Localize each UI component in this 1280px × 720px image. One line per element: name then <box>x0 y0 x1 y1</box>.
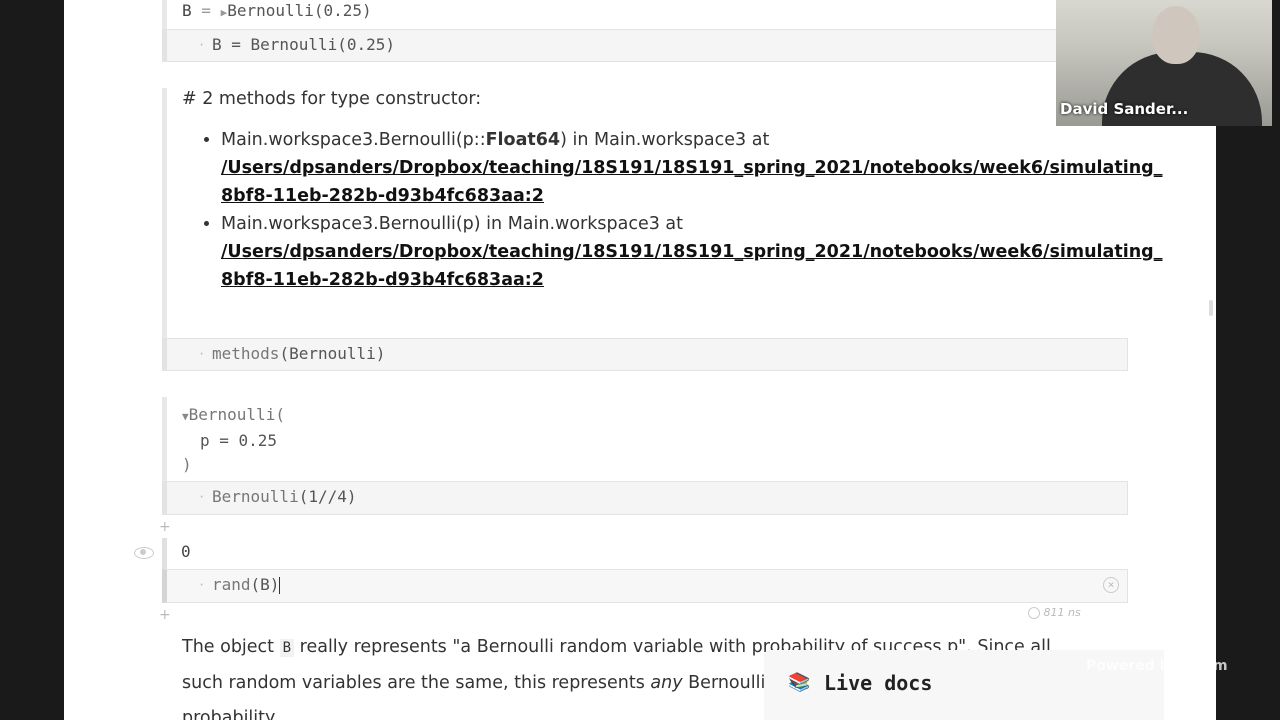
cell-output: B = ▶Bernoulli(0.25) <box>162 0 1133 30</box>
output-value: Bernoulli(0.25) <box>227 1 372 20</box>
eye-icon[interactable] <box>134 547 154 559</box>
methods-list: Main.workspace3.Bernoulli(p::Float64) in… <box>197 126 1162 294</box>
person-head <box>1152 6 1200 64</box>
source-link-cont[interactable]: 8bf8-11eb-282b-d93b4fc683aa:2 <box>221 186 544 206</box>
book-icon: 📚 <box>788 672 811 693</box>
code-cell-input[interactable]: · Bernoulli(1//4) <box>162 481 1128 515</box>
source-link-cont[interactable]: 8bf8-11eb-282b-d93b4fc683aa:2 <box>221 270 544 290</box>
cell-handle[interactable]: · <box>198 339 205 369</box>
timer-icon <box>1028 607 1040 619</box>
runtime-label: 811 ns <box>1028 606 1081 619</box>
cell-output: 0 <box>162 538 1133 572</box>
code-cell-input[interactable]: · B = Bernoulli(0.25) <box>162 29 1128 62</box>
collapse-triangle-icon[interactable]: ▼ <box>182 410 189 423</box>
cell-output: # 2 methods for type constructor: Main.w… <box>162 88 1162 338</box>
code-text: B = Bernoulli(0.25) <box>212 35 396 54</box>
code-cell-input-active[interactable]: · rand(B) × <box>162 569 1128 603</box>
webcam-video: David Sander... <box>1056 0 1272 126</box>
zoom-watermark: Powered by Zoom <box>1086 658 1228 674</box>
code-cell-input[interactable]: · methods(Bernoulli) <box>162 338 1128 371</box>
source-link[interactable]: /Users/dpsanders/Dropbox/teaching/18S191… <box>221 158 1162 178</box>
cell-handle[interactable]: · <box>198 482 205 512</box>
add-cell-plus-icon[interactable]: + <box>159 608 171 622</box>
inline-code: B <box>279 639 295 657</box>
notebook-page: B = ▶Bernoulli(0.25) · B = Bernoulli(0.2… <box>64 0 1216 720</box>
list-item: Main.workspace3.Bernoulli(p) in Main.wor… <box>221 210 1162 294</box>
add-cell-plus-icon[interactable]: + <box>159 520 171 534</box>
close-icon[interactable]: × <box>1103 577 1119 593</box>
cell-output: ▼Bernoulli( p = 0.25 ) <box>162 397 1133 481</box>
participant-name: David Sander... <box>1060 100 1189 118</box>
list-item: Main.workspace3.Bernoulli(p::Float64) in… <box>221 126 1162 210</box>
cell-handle[interactable]: · <box>198 570 205 600</box>
output-eq: = <box>201 1 211 20</box>
methods-heading: # 2 methods for type constructor: <box>182 89 482 109</box>
live-docs-label: Live docs <box>824 671 933 695</box>
text-cursor <box>279 577 281 594</box>
scrollbar-thumb[interactable] <box>1209 300 1213 316</box>
output-value: 0 <box>181 542 191 561</box>
cell-handle[interactable]: · <box>198 30 205 60</box>
output-var: B <box>182 1 192 20</box>
source-link[interactable]: /Users/dpsanders/Dropbox/teaching/18S191… <box>221 242 1162 262</box>
